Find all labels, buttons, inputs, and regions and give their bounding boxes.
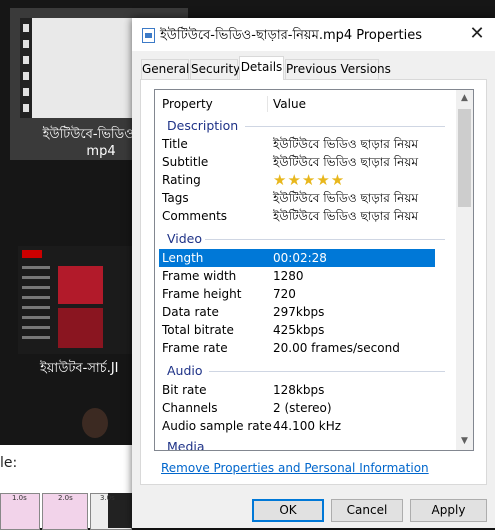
property-key: Length [162,251,204,265]
property-list[interactable]: Property Value Description Title ইউটিউবে … [154,89,474,451]
property-key: Frame width [162,269,237,283]
property-key: Frame height [162,287,242,301]
property-value: ইউটিউবে ভিডিও ছাড়ার নিয়ম [273,155,419,169]
scroll-down-arrow-icon[interactable]: ▼ [456,433,473,450]
property-value: 297kbps [273,305,325,319]
property-row-total-bitrate[interactable]: Total bitrate 425kbps [155,321,455,339]
property-value: 425kbps [273,323,325,337]
dialog-title: ইউটিউবে-ভিডিও-ছাড়ার-নিয়ম.mp4 Propertie… [160,28,422,43]
property-value: ইউটিউবে ভিডিও ছাড়ার নিয়ম [273,191,419,205]
column-value[interactable]: Value [273,94,306,114]
property-row-tags[interactable]: Tags ইউটিউবে ভিডিও ছাড়ার নিয়ম [155,189,455,207]
file-name-label-2: ইয়াউটব-সার্চ.JI [40,361,119,376]
property-key: Channels [162,401,218,415]
property-value: 2 (stereo) [273,401,332,415]
tab-security[interactable]: Security [190,59,240,79]
remove-properties-link[interactable]: Remove Properties and Personal Informati… [161,461,429,475]
property-row-comments[interactable]: Comments ইউটিউবে ভিডিও ছাড়ার নিয়ম [155,207,455,225]
image-thumbnail[interactable] [18,246,132,354]
property-key: Comments [162,209,228,223]
column-property[interactable]: Property [162,94,213,114]
title-bar[interactable]: ইউটিউবে-ভিডিও-ছাড়ার-নিয়ম.mp4 Propertie… [132,18,495,51]
property-value: 1280 [273,269,304,283]
section-title: Audio [167,363,203,378]
ok-button[interactable]: OK [252,499,324,522]
rating-stars[interactable]: ★★★★★ [273,171,345,189]
property-row-subtitle[interactable]: Subtitle ইউটিউবে ভিডিও ছাড়ার নিয়ম [155,153,455,171]
property-row-bit-rate[interactable]: Bit rate 128kbps [155,381,455,399]
video-thumbnail [20,18,132,118]
film-label: 3.0s [100,494,115,502]
property-key: Frame rate [162,341,228,355]
property-row-frame-width[interactable]: Frame width 1280 [155,267,455,285]
section-title: Description [167,118,239,133]
property-key: Bit rate [162,383,207,397]
section-description: Description [155,117,455,135]
property-key: Audio sample rate [162,419,272,433]
close-button[interactable]: ✕ [459,18,495,51]
vertical-scrollbar[interactable]: ▲ ▼ [456,90,473,450]
list-header: Property Value [155,94,455,114]
apply-button[interactable]: Apply [410,499,487,522]
film-label: 1.0s [12,494,27,502]
properties-dialog: ইউটিউবে-ভিডিও-ছাড়ার-নিয়ম.mp4 Propertie… [132,18,495,528]
property-value: 720 [273,287,296,301]
property-value: 20.00 frames/second [273,341,400,355]
section-title: Media [167,439,205,451]
details-panel: Property Value Description Title ইউটিউবে … [140,79,487,485]
preview-label: le: [0,455,18,471]
video-file-icon [142,28,155,43]
tab-details[interactable]: Details [239,56,284,80]
property-value: 00:02:28 [273,251,327,265]
property-row-title[interactable]: Title ইউটিউবে ভিডিও ছাড়ার নিয়ম [155,135,455,153]
property-row-length[interactable]: Length 00:02:28 [159,249,435,267]
scrollbar-thumb[interactable] [458,109,471,207]
property-row-frame-height[interactable]: Frame height 720 [155,285,455,303]
property-value: ইউটিউবে ভিডিও ছাড়ার নিয়ম [273,209,419,223]
property-key: Data rate [162,305,219,319]
property-value: ইউটিউবে ভিডিও ছাড়ার নিয়ম [273,137,419,151]
cancel-button[interactable]: Cancel [331,499,403,522]
scroll-up-arrow-icon[interactable]: ▲ [456,90,473,107]
property-row-rating[interactable]: Rating ★★★★★ [155,171,455,189]
section-audio: Audio [155,362,455,380]
avatar-thumbnail [82,408,108,438]
property-row-data-rate[interactable]: Data rate 297kbps [155,303,455,321]
property-key: Subtitle [162,155,209,169]
film-label: 2.0s [58,494,73,502]
property-key: Total bitrate [162,323,234,337]
tab-previous-versions[interactable]: Previous Versions [285,59,391,79]
section-title: Video [167,231,203,246]
property-value: 44.100 kHz [273,419,342,433]
property-key: Title [162,137,188,151]
property-row-frame-rate[interactable]: Frame rate 20.00 frames/second [155,339,455,357]
property-row-channels[interactable]: Channels 2 (stereo) [155,399,455,417]
property-value: 128kbps [273,383,325,397]
property-key: Rating [162,173,201,187]
property-key: Tags [162,191,189,205]
property-row-audio-sample-rate[interactable]: Audio sample rate 44.100 kHz [155,417,455,435]
section-video: Video [155,230,455,248]
tab-general[interactable]: General [141,59,189,79]
section-media: Media [155,438,455,451]
